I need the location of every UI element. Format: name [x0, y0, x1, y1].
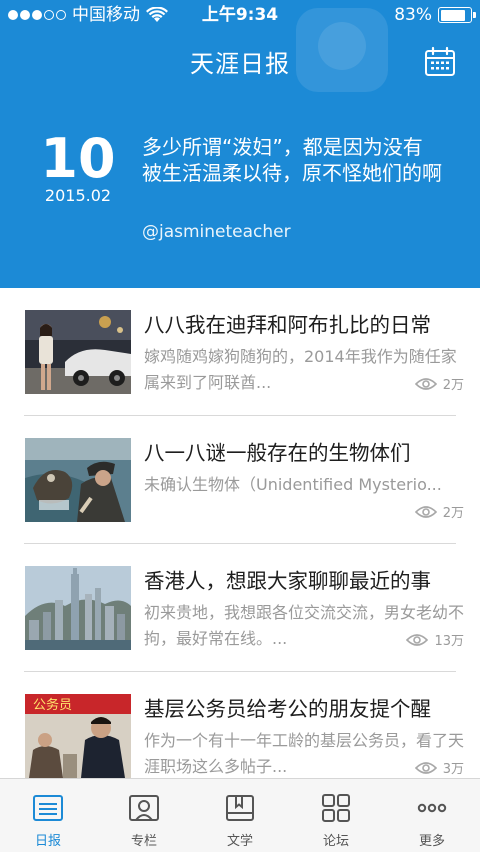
- tab-label: 专栏: [130, 834, 157, 849]
- profile-card-icon: [129, 795, 159, 821]
- tab-columns[interactable]: 专栏: [96, 779, 192, 852]
- view-count: 2万: [414, 374, 464, 393]
- eye-icon: [406, 633, 429, 646]
- battery-icon: [438, 7, 476, 23]
- daily-quote[interactable]: 多少所谓“泼妇”，都是因为没有被生活温柔以待，原不怪她们的啊: [142, 134, 442, 186]
- article-item[interactable]: 八一八谜一般存在的生物体们 未确认生物体（Unidentified Myster…: [0, 416, 480, 544]
- battery-level: [440, 9, 465, 21]
- view-count-label: 2万: [442, 378, 464, 393]
- status-right: 83%: [394, 0, 476, 30]
- tab-daily[interactable]: 日报: [0, 779, 96, 852]
- article-title: 八八我在迪拜和阿布扎比的日常: [144, 313, 431, 337]
- view-count-label: 3万: [442, 762, 464, 777]
- calendar-icon[interactable]: [424, 46, 456, 78]
- tab-label: 文学: [226, 834, 253, 849]
- thumbnail-badge-text: 公务员: [33, 697, 72, 713]
- tab-literature[interactable]: 文学: [192, 779, 288, 852]
- article-item[interactable]: 八八我在迪拜和阿布扎比的日常 嫁鸡随鸡嫁狗随狗的，2014年我作为随任家属来到了…: [0, 288, 480, 416]
- more-dots-icon: [417, 803, 447, 813]
- page-title: 天涯日报: [190, 50, 290, 78]
- article-title: 香港人，想跟大家聊聊最近的事: [144, 569, 431, 593]
- article-title: 基层公务员给考公的朋友提个醒: [144, 697, 431, 721]
- article-item[interactable]: 公务员 基层公务员给考公的朋友提个醒 作为一个有十一年工龄的基层公务员，看了天涯…: [0, 672, 480, 778]
- view-count: 2万: [414, 502, 464, 521]
- tab-label: 论坛: [322, 834, 349, 849]
- article-thumbnail: [25, 310, 131, 394]
- tab-bar: 日报 专栏 文学 论坛 更多: [0, 778, 480, 852]
- battery-percent: 83%: [394, 5, 432, 25]
- daily-header: 中国移动 上午9:34 83% 天涯日报 10 2015.02 多少所谓“泼妇”…: [0, 0, 480, 288]
- view-count: 13万: [406, 630, 464, 649]
- article-thumbnail: [25, 566, 131, 650]
- date-month: 2015.02: [44, 186, 112, 205]
- article-thumbnail: 公务员: [25, 694, 131, 778]
- tab-forum[interactable]: 论坛: [288, 779, 384, 852]
- article-title: 八一八谜一般存在的生物体们: [144, 441, 411, 465]
- date-day: 10: [40, 127, 116, 190]
- tab-label: 日报: [34, 834, 61, 849]
- eye-icon: [414, 505, 437, 518]
- book-icon: [226, 795, 254, 821]
- status-bar: 中国移动 上午9:34 83%: [0, 0, 480, 30]
- grid-icon: [322, 794, 350, 822]
- article-feed[interactable]: 八八我在迪拜和阿布扎比的日常 嫁鸡随鸡嫁狗随狗的，2014年我作为随任家属来到了…: [0, 288, 480, 778]
- article-thumbnail: [25, 438, 131, 522]
- newspaper-icon: [33, 795, 63, 821]
- tab-more[interactable]: 更多: [384, 779, 480, 852]
- article-item[interactable]: 香港人，想跟大家聊聊最近的事 初来贵地，我想跟各位交流交流，男女老幼不拘，最好常…: [0, 544, 480, 672]
- view-count-label: 2万: [442, 506, 464, 521]
- eye-icon: [414, 761, 437, 774]
- eye-icon: [414, 377, 437, 390]
- view-count-label: 13万: [434, 634, 464, 649]
- tab-label: 更多: [418, 834, 445, 849]
- article-summary: 未确认生物体（Unidentified Mysterio...: [144, 475, 442, 494]
- view-count: 3万: [414, 758, 464, 777]
- quote-author[interactable]: @jasmineteacher: [142, 222, 291, 242]
